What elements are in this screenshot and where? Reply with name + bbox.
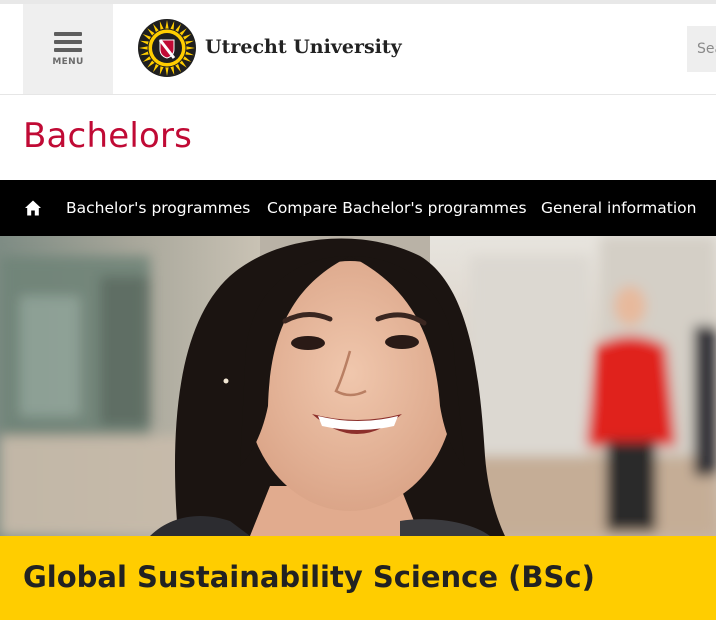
page: MENU Utrecht University Bachelors Bachel… bbox=[0, 0, 716, 624]
university-seal-logo[interactable] bbox=[137, 18, 197, 78]
hero-image bbox=[0, 236, 716, 536]
main-nav: Bachelor's programmes Compare Bachelor's… bbox=[0, 180, 716, 236]
nav-item-compare-programmes[interactable]: Compare Bachelor's programmes bbox=[267, 199, 527, 217]
search-input[interactable] bbox=[687, 26, 716, 72]
programme-title: Global Sustainability Science (BSc) bbox=[23, 560, 595, 594]
search-box[interactable] bbox=[687, 26, 716, 72]
nav-item-bachelors-programmes[interactable]: Bachelor's programmes bbox=[66, 199, 250, 217]
home-icon[interactable] bbox=[24, 199, 42, 217]
hamburger-icon bbox=[54, 32, 82, 54]
page-title: Bachelors bbox=[23, 116, 193, 156]
site-header: MENU Utrecht University bbox=[0, 4, 716, 95]
menu-label: MENU bbox=[52, 57, 84, 67]
menu-button[interactable]: MENU bbox=[23, 4, 113, 94]
university-name[interactable]: Utrecht University bbox=[205, 36, 402, 58]
student-photo bbox=[0, 236, 716, 536]
programme-banner: Global Sustainability Science (BSc) bbox=[0, 536, 716, 620]
nav-item-general-information[interactable]: General information bbox=[541, 199, 696, 217]
